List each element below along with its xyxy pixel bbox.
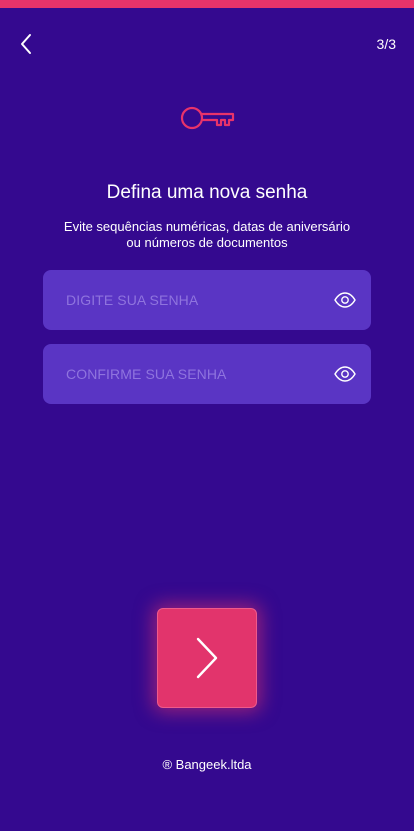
show-confirm-password-button[interactable] <box>333 362 357 386</box>
eye-icon <box>334 366 356 382</box>
footer-copyright: ® Bangeek.ltda <box>162 757 252 772</box>
key-icon <box>180 106 235 130</box>
confirm-password-field[interactable] <box>43 344 371 404</box>
step-indicator: 3/3 <box>376 36 396 52</box>
password-field[interactable] <box>43 270 371 330</box>
eye-icon <box>334 292 356 308</box>
confirm-password-input[interactable] <box>66 366 333 382</box>
back-button[interactable] <box>12 30 40 58</box>
chevron-right-icon <box>196 637 218 679</box>
chevron-left-icon <box>21 34 31 54</box>
page-subtitle: Evite sequências numéricas, datas de ani… <box>63 219 351 250</box>
top-accent-bar <box>0 0 414 8</box>
password-input[interactable] <box>66 292 333 308</box>
page-title: Defina uma nova senha <box>106 182 308 203</box>
show-password-button[interactable] <box>333 288 357 312</box>
next-button[interactable] <box>157 608 257 708</box>
